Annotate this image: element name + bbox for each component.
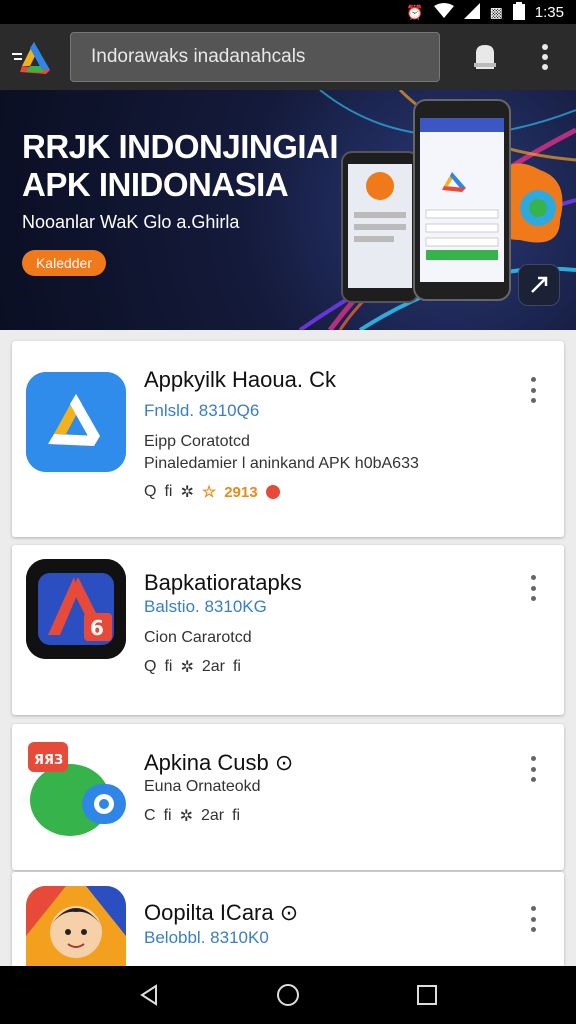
notification-icon[interactable] [468,40,502,74]
svg-text:ЯЯЗ: ЯЯЗ [34,753,63,768]
meta-fi: fi [164,483,173,500]
app-version: Balstio. 8310KG [144,597,267,616]
banner-next-button[interactable] [518,264,560,306]
app-version: Fnlsld. 8310Q6 [144,401,260,420]
app-icon-1[interactable] [26,372,126,472]
banner-subtitle: Nooanlar WaK Glo a.Ghirla [22,212,240,232]
meta-star-glyph: ✲ [180,659,194,676]
navigation-bar [0,966,576,1024]
search-input-text: Indorawaks inadanahcals [91,46,306,67]
meta-star-glyph: ✲ [180,484,194,501]
more-options-button[interactable] [522,904,544,934]
app-icon-3[interactable]: ЯЯЗ [26,740,126,840]
meta-q: Q [144,658,157,675]
meta-fi: fi [164,658,173,675]
app-meta-row: Q fi ✲ ☆ 2913 [144,482,280,502]
meta-fi-2: fi [232,807,241,824]
phone-front-image [413,99,511,301]
arrow-icon [531,276,548,293]
meta-star-glyph: ✲ [179,808,193,825]
app-card[interactable]: Appkyilk Haoua. Ck Fnlsld. 8310Q6 Eipp C… [12,341,564,537]
app-bar: Indorawaks inadanahcals [0,24,576,90]
app-rating: 2913 [224,483,258,501]
app-card[interactable]: ЯЯЗ Apkina Cusb ⊙ Euna Ornateokd C fi ✲ … [12,724,564,870]
status-time: 1:35 [534,3,564,21]
app-description: Pinaledamier l aninkand APK h0bA633 [144,455,419,472]
app-card[interactable]: 6 Bapkatioratapks Balstio. 8310KG Cion C… [12,545,564,715]
more-options-button[interactable] [522,754,544,784]
status-bar: ⏰ ▩ 1:35 [0,0,576,24]
svg-text:6: 6 [90,616,104,640]
recents-icon[interactable] [407,975,447,1015]
banner-light-rays [298,90,576,330]
wifi-icon [433,2,454,22]
app-version: Belobbl. 8310K0 [144,928,269,947]
app-developer: Euna Ornateokd [144,778,261,795]
alarm-icon: ⏰ [406,3,424,20]
banner-cta-button[interactable]: Kaledder [22,250,106,276]
home-icon[interactable] [268,975,308,1015]
more-options-button[interactable] [522,375,544,405]
search-input[interactable]: Indorawaks inadanahcals [70,32,440,82]
logo-icon[interactable] [0,24,60,90]
meta-c: C [144,807,156,824]
meta-fi: fi [163,807,172,824]
banner-title-line1: RRJK INDONJINGIAI [22,128,339,165]
app-card[interactable]: Oopilta ICara ⊙ Belobbl. 8310K0 [12,872,564,986]
nfc-icon: ▩ [489,3,503,20]
app-name: Oopilta ICara ⊙ [144,900,299,925]
app-developer: Eipp Coratotcd [144,433,250,450]
banner-title-line2: APK INIDONASIA [22,166,289,203]
meta-2ar: 2ar [200,807,225,824]
app-name: Appkyilk Haoua. Ck [144,367,336,392]
badge-icon [265,485,280,499]
promo-banner[interactable]: RRJK INDONJINGIAI APK INIDONASIA Nooanla… [0,90,576,330]
meta-2ar: 2ar [201,658,225,675]
app-icon-2[interactable]: 6 [26,559,126,659]
app-name: Apkina Cusb ⊙ [144,750,294,775]
meta-q: Q [144,483,157,500]
phone-back-image [341,151,419,303]
meta-fi-2: fi [232,658,241,675]
more-options-button[interactable] [522,573,544,603]
back-icon[interactable] [129,975,169,1015]
app-meta-row: Q fi ✲ 2ar fi [144,657,241,677]
signal-icon [463,2,480,22]
more-vert-icon[interactable] [528,40,562,74]
app-name: Bapkatioratapks [144,570,302,595]
battery-icon [512,1,525,23]
app-meta-row: C fi ✲ 2ar fi [144,806,240,826]
star-icon: ☆ [201,484,217,501]
app-developer: Cion Cararotcd [144,629,252,646]
